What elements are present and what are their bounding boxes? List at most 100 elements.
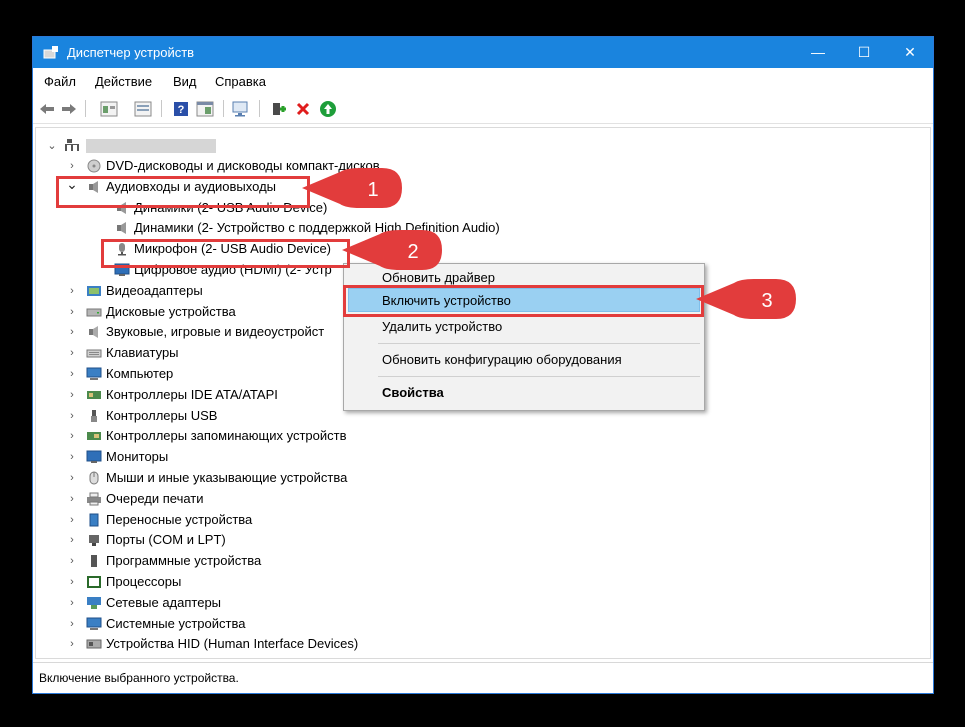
menu-help[interactable]: Справка <box>215 74 266 89</box>
menu-separator <box>378 376 700 377</box>
tree-item-label: Контроллеры IDE ATA/ATAPI <box>106 386 278 402</box>
chevron-right-icon[interactable]: › <box>66 281 78 301</box>
toolbar-separator <box>161 100 162 117</box>
tree-item-label: Устройства HID (Human Interface Devices) <box>106 636 359 652</box>
disk-icon <box>86 308 102 317</box>
tree-item-label: Мыши и иные указывающие устройства <box>106 470 348 485</box>
toolbar-separator <box>259 100 260 117</box>
menu-item-properties[interactable]: Свойства <box>382 385 444 400</box>
tree-item-label: Переносные устройства <box>106 511 253 527</box>
tree-item-label: Видеоадаптеры <box>106 282 203 298</box>
toolbar-separator <box>85 100 86 117</box>
chevron-right-icon[interactable]: › <box>66 343 78 363</box>
chevron-right-icon[interactable]: › <box>66 302 78 322</box>
chevron-right-icon[interactable]: › <box>66 551 78 571</box>
tree-item-label: Клавиатуры <box>106 345 179 361</box>
chevron-right-icon[interactable]: › <box>66 406 78 426</box>
chevron-right-icon[interactable]: › <box>66 489 78 509</box>
chevron-right-icon[interactable]: › <box>66 614 78 634</box>
chevron-right-icon[interactable]: › <box>66 634 78 654</box>
callout-box-microphone <box>101 239 350 268</box>
callout-box-audio-io <box>56 176 310 208</box>
computer-name-redacted <box>86 139 216 153</box>
tree-item-label: Звуковые, игровые и видеоустройст <box>106 324 325 340</box>
chevron-down-icon[interactable]: ⌄ <box>46 136 58 156</box>
device-manager-icon <box>43 46 58 59</box>
help-icon[interactable]: ? <box>171 99 191 118</box>
speaker-icon <box>117 222 126 235</box>
computer-icon <box>65 139 79 151</box>
dvd-drive-icon <box>87 159 101 173</box>
port-icon <box>89 535 99 547</box>
monitor-icon <box>86 450 102 464</box>
hid-icon <box>86 639 102 649</box>
callout-2-number: 2 <box>407 241 418 263</box>
tree-item-label: Контроллеры запоминающих устройств <box>106 428 347 444</box>
menu-bar: Файл Действие Вид Справка <box>33 68 933 94</box>
tree-item-label: Динамики (2- Устройство с поддержкой Hig… <box>134 220 500 236</box>
sound-icon <box>89 326 98 339</box>
mouse-icon <box>89 471 99 485</box>
back-arrow-icon[interactable] <box>37 99 57 118</box>
menu-file[interactable]: Файл <box>44 74 76 89</box>
chevron-right-icon[interactable]: › <box>66 530 78 550</box>
menu-item-scan-hardware[interactable]: Обновить конфигурацию оборудования <box>382 352 622 367</box>
tree-item-label: Порты (COM и LPT) <box>106 532 226 548</box>
computer-icon <box>86 367 102 380</box>
title-bar[interactable]: Диспетчер устройств — ☐ ✕ <box>33 37 933 68</box>
ide-controller-icon <box>87 390 101 399</box>
printer-icon <box>87 492 101 506</box>
status-bar: Включение выбранного устройства. <box>33 662 933 693</box>
minimize-button[interactable]: — <box>795 37 841 68</box>
tree-item-label: Сетевые адаптеры <box>106 594 222 610</box>
chevron-right-icon[interactable]: › <box>66 385 78 405</box>
menu-view[interactable]: Вид <box>173 74 197 89</box>
chevron-right-icon[interactable]: › <box>66 364 78 384</box>
svg-text:?: ? <box>178 104 185 116</box>
chevron-right-icon[interactable]: › <box>66 593 78 613</box>
callout-3: 3 <box>696 279 796 319</box>
tree-item-label: Системные устройства <box>106 615 246 631</box>
chevron-right-icon[interactable]: › <box>66 572 78 592</box>
callout-2: 2 <box>342 230 442 270</box>
callout-box-enable-device <box>343 285 704 317</box>
enable-device-icon[interactable] <box>318 99 338 118</box>
processor-icon <box>87 576 101 588</box>
usb-icon <box>91 409 97 422</box>
uninstall-icon[interactable] <box>293 99 313 118</box>
menu-item-update-driver[interactable]: Обновить драйвер <box>382 270 495 285</box>
chevron-right-icon[interactable]: › <box>66 322 78 342</box>
maximize-button[interactable]: ☐ <box>841 37 887 68</box>
keyboard-icon <box>86 349 102 358</box>
tree-item-label: Компьютер <box>106 366 174 381</box>
portable-device-icon <box>89 513 99 527</box>
system-device-icon <box>86 617 102 630</box>
tree-item-label: Программные устройства <box>106 553 262 569</box>
window-title: Диспетчер устройств <box>67 45 195 60</box>
tree-item-label: Мониторы <box>106 449 169 465</box>
display-adapter-icon <box>87 285 101 296</box>
chevron-right-icon[interactable]: › <box>66 426 78 446</box>
menu-separator <box>378 343 700 344</box>
callout-1: 1 <box>302 168 402 208</box>
update-driver-icon[interactable] <box>269 99 289 118</box>
tree-item-label: Процессоры <box>106 574 182 589</box>
network-adapter-icon <box>87 596 101 609</box>
status-text: Включение выбранного устройства. <box>39 671 239 685</box>
storage-controller-icon <box>87 432 101 441</box>
tree-item-label: Очереди печати <box>106 490 204 506</box>
forward-arrow-icon[interactable] <box>59 99 79 118</box>
chevron-right-icon[interactable]: › <box>66 468 78 488</box>
callout-3-number: 3 <box>761 290 772 312</box>
scan-hardware-icon[interactable] <box>231 99 251 118</box>
tree-item-label: Контроллеры USB <box>106 407 218 423</box>
close-button[interactable]: ✕ <box>887 37 933 68</box>
chevron-right-icon[interactable]: › <box>66 447 78 467</box>
chevron-right-icon[interactable]: › <box>66 510 78 530</box>
menu-item-uninstall-device[interactable]: Удалить устройство <box>382 319 502 334</box>
action-panel-icon[interactable] <box>195 99 215 118</box>
show-hidden-icon[interactable] <box>99 99 119 118</box>
software-device-icon <box>91 555 97 568</box>
properties-icon[interactable] <box>133 99 153 118</box>
menu-action[interactable]: Действие <box>95 74 152 89</box>
